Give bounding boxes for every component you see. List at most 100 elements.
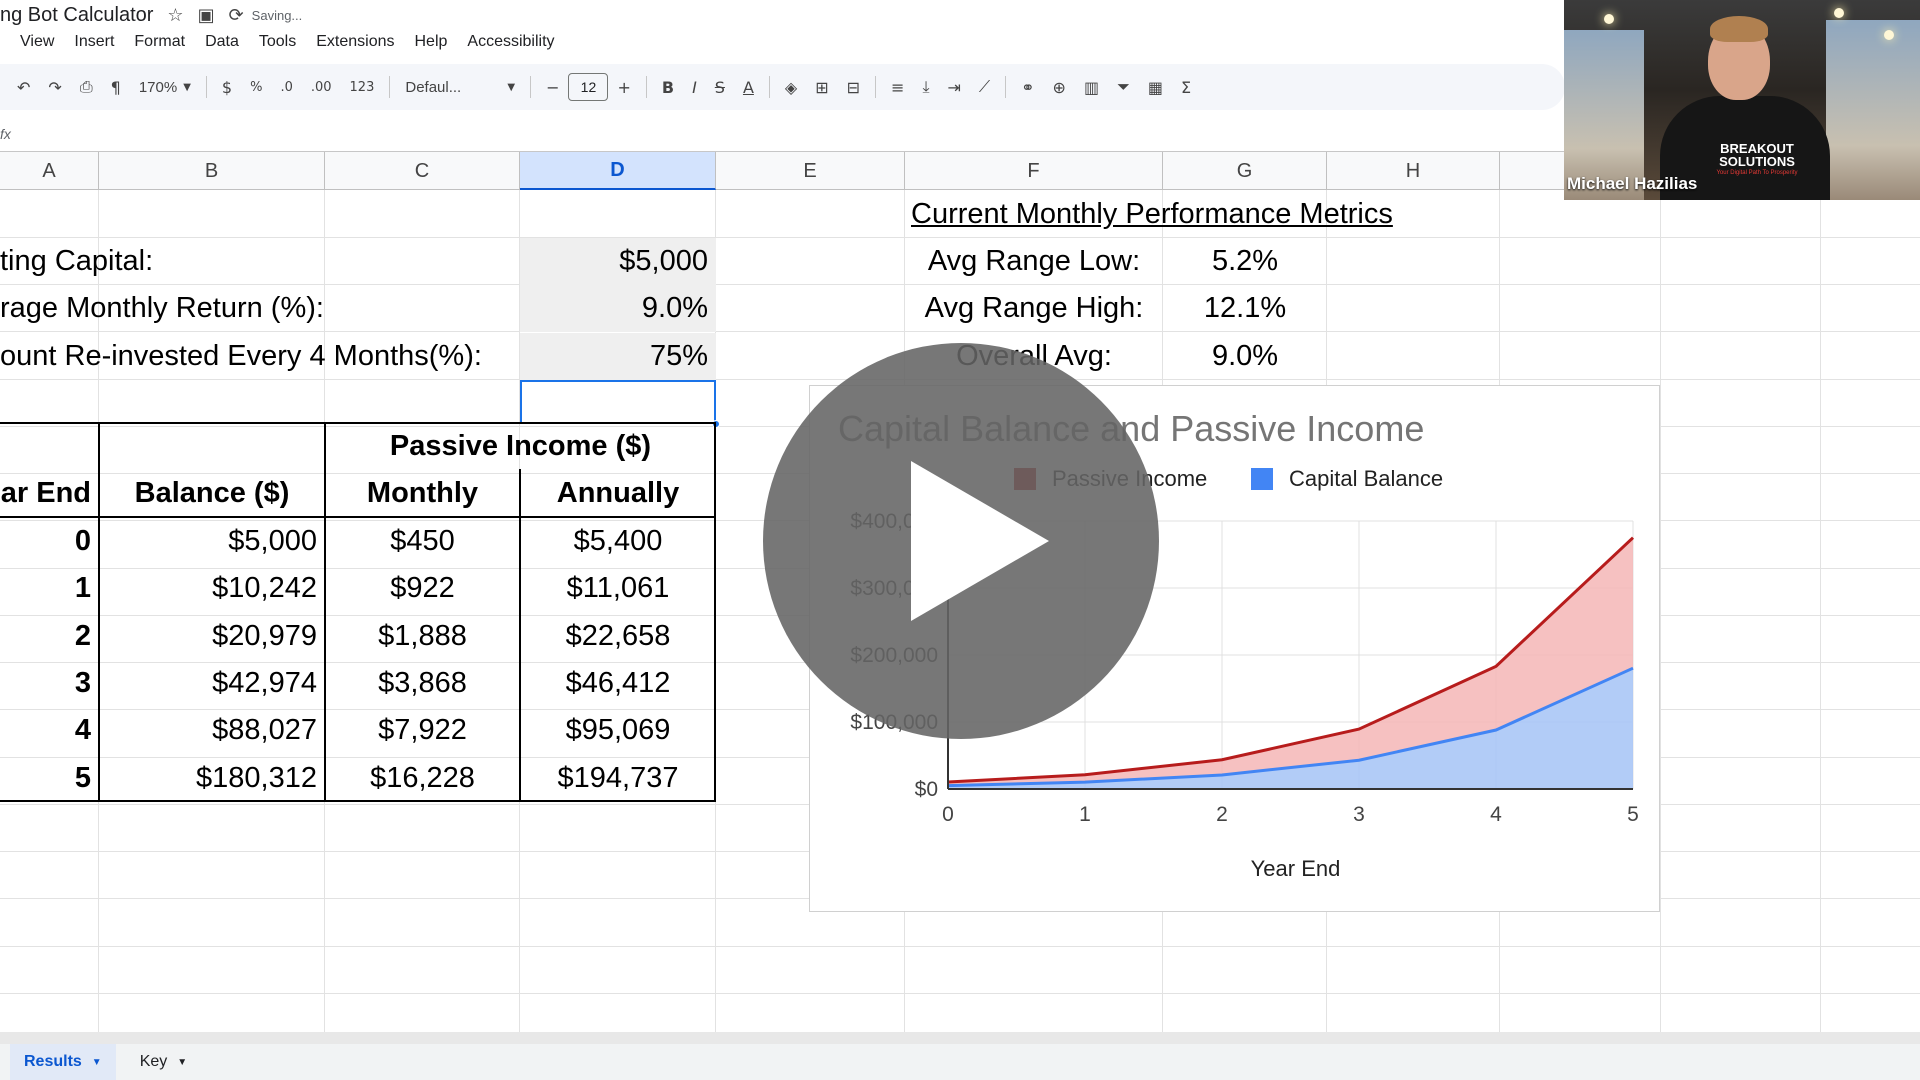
- filter-views-icon[interactable]: ▦: [1148, 78, 1163, 97]
- toolbar-divider: [389, 76, 391, 98]
- document-title[interactable]: ng Bot Calculator: [0, 4, 153, 27]
- table-cell-balance[interactable]: $180,312: [99, 755, 325, 802]
- table-cell-year[interactable]: 4: [0, 707, 99, 754]
- formula-bar[interactable]: fx: [0, 118, 1565, 152]
- table-cell-monthly[interactable]: $450: [325, 518, 520, 565]
- table-cell-annually[interactable]: $5,400: [520, 518, 716, 565]
- table-cell-balance[interactable]: $42,974: [99, 660, 325, 707]
- filter-icon[interactable]: ⏷: [1117, 77, 1130, 97]
- monthly-return-label: rage Monthly Return (%):: [0, 292, 324, 324]
- zoom-value: 170%: [138, 78, 178, 96]
- vertical-align-icon[interactable]: ⤓: [922, 77, 929, 97]
- text-wrap-icon[interactable]: ⇥: [948, 78, 961, 97]
- font-size-decrease-icon[interactable]: −: [546, 78, 559, 97]
- column-header-c[interactable]: C: [325, 152, 520, 190]
- sheet-tab-label: Results: [24, 1053, 82, 1070]
- sheet-tab-key[interactable]: Key ▼: [126, 1044, 201, 1080]
- table-cell-annually[interactable]: $22,658: [520, 613, 716, 660]
- horizontal-align-icon[interactable]: ≡: [891, 78, 904, 97]
- increase-decimal-button[interactable]: .00: [311, 80, 332, 95]
- italic-button[interactable]: I: [692, 78, 697, 97]
- zoom-select[interactable]: 170% ▼: [139, 79, 191, 96]
- menu-accessibility[interactable]: Accessibility: [467, 33, 554, 51]
- video-play-button[interactable]: [763, 343, 1159, 739]
- table-cell-balance[interactable]: $20,979: [99, 613, 325, 660]
- font-size-increase-icon[interactable]: +: [617, 78, 630, 97]
- table-cell-balance[interactable]: $5,000: [99, 518, 325, 565]
- menu-insert[interactable]: Insert: [74, 33, 114, 51]
- text-rotation-icon[interactable]: ⟋: [979, 77, 990, 97]
- fill-color-icon[interactable]: ◈: [785, 78, 797, 97]
- currency-format-button[interactable]: $: [222, 78, 232, 97]
- table-cell-balance[interactable]: $88,027: [99, 707, 325, 754]
- menu-format[interactable]: Format: [134, 33, 185, 51]
- font-select[interactable]: Defaul... ▼: [405, 79, 515, 96]
- reinvest-percent-input[interactable]: 75%: [520, 333, 716, 380]
- toolbar: ↶ ↷ ⎙ ¶ 170% ▼ $ % .0 .00 123 Defaul... ▼ …: [0, 64, 1565, 110]
- decrease-decimal-button[interactable]: .0: [280, 80, 292, 95]
- merge-cells-icon[interactable]: ⊟: [847, 78, 860, 97]
- menu-extensions[interactable]: Extensions: [316, 33, 394, 51]
- table-cell-year[interactable]: 3: [0, 660, 99, 707]
- table-cell-monthly[interactable]: $7,922: [325, 707, 520, 754]
- column-header-f[interactable]: F: [905, 152, 1163, 190]
- column-header-b[interactable]: B: [99, 152, 325, 190]
- redo-icon[interactable]: ↷: [48, 78, 61, 97]
- insert-comment-icon[interactable]: ⊕: [1053, 78, 1066, 97]
- folder-move-icon[interactable]: ▣: [198, 5, 215, 26]
- table-cell-year[interactable]: 2: [0, 613, 99, 660]
- table-cell-monthly[interactable]: $3,868: [325, 660, 520, 707]
- bold-button[interactable]: B: [662, 78, 674, 97]
- table-border: [0, 800, 716, 802]
- number-format-button[interactable]: 123: [350, 80, 375, 95]
- metric-value-low: 5.2%: [1211, 245, 1279, 277]
- insert-link-icon[interactable]: ⚭: [1021, 78, 1034, 97]
- table-cell-annually[interactable]: $194,737: [520, 755, 716, 802]
- paint-format-icon[interactable]: ¶: [111, 78, 121, 97]
- star-icon[interactable]: ☆: [167, 5, 183, 26]
- chevron-down-icon[interactable]: ▼: [177, 1057, 187, 1068]
- column-header-h[interactable]: H: [1327, 152, 1500, 190]
- column-header-d[interactable]: D: [520, 152, 716, 190]
- column-header-a[interactable]: A: [0, 152, 99, 190]
- header-monthly: Monthly: [366, 477, 479, 509]
- functions-button[interactable]: Σ: [1181, 78, 1191, 97]
- table-cell-monthly[interactable]: $1,888: [325, 613, 520, 660]
- table-cell-monthly[interactable]: $922: [325, 565, 520, 612]
- font-size-input[interactable]: 12: [568, 73, 609, 101]
- text-color-button[interactable]: A: [743, 78, 754, 97]
- table-cell-annually[interactable]: $95,069: [520, 707, 716, 754]
- toolbar-divider: [875, 76, 877, 98]
- menu-data[interactable]: Data: [205, 33, 239, 51]
- starting-capital-input[interactable]: $5,000: [520, 238, 716, 285]
- column-header-e[interactable]: E: [716, 152, 905, 190]
- presenter-name: Michael Hazilias: [1567, 174, 1698, 193]
- table-cell-year[interactable]: 0: [0, 518, 99, 565]
- title-bar: ng Bot Calculator ☆ ▣ ⟳ Saving...: [0, 0, 1570, 30]
- menu-bar: View Insert Format Data Tools Extensions…: [0, 30, 555, 54]
- table-cell-monthly[interactable]: $16,228: [325, 755, 520, 802]
- borders-icon[interactable]: ⊞: [815, 78, 828, 97]
- print-icon[interactable]: ⎙: [80, 77, 93, 97]
- metric-label-high: Avg Range High:: [924, 292, 1144, 324]
- selected-cell-d5[interactable]: [520, 380, 716, 424]
- percent-format-button[interactable]: %: [250, 80, 262, 95]
- insert-chart-icon[interactable]: ▥: [1084, 78, 1099, 97]
- chevron-down-icon[interactable]: ▼: [92, 1057, 102, 1068]
- table-cell-balance[interactable]: $10,242: [99, 565, 325, 612]
- table-cell-year[interactable]: 5: [0, 755, 99, 802]
- column-header-g[interactable]: G: [1163, 152, 1327, 190]
- strikethrough-button[interactable]: S: [715, 78, 725, 97]
- starting-capital-label: ting Capital:: [0, 245, 154, 277]
- chart-xtick-label: 0: [942, 803, 954, 826]
- table-cell-year[interactable]: 1: [0, 565, 99, 612]
- horizontal-scrollbar[interactable]: [0, 1032, 1920, 1044]
- undo-icon[interactable]: ↶: [17, 78, 30, 97]
- table-cell-annually[interactable]: $11,061: [520, 565, 716, 612]
- monthly-return-input[interactable]: 9.0%: [520, 285, 716, 332]
- menu-tools[interactable]: Tools: [259, 33, 296, 51]
- menu-view[interactable]: View: [20, 33, 54, 51]
- menu-help[interactable]: Help: [415, 33, 448, 51]
- table-cell-annually[interactable]: $46,412: [520, 660, 716, 707]
- sheet-tab-results[interactable]: Results ▼: [10, 1044, 116, 1080]
